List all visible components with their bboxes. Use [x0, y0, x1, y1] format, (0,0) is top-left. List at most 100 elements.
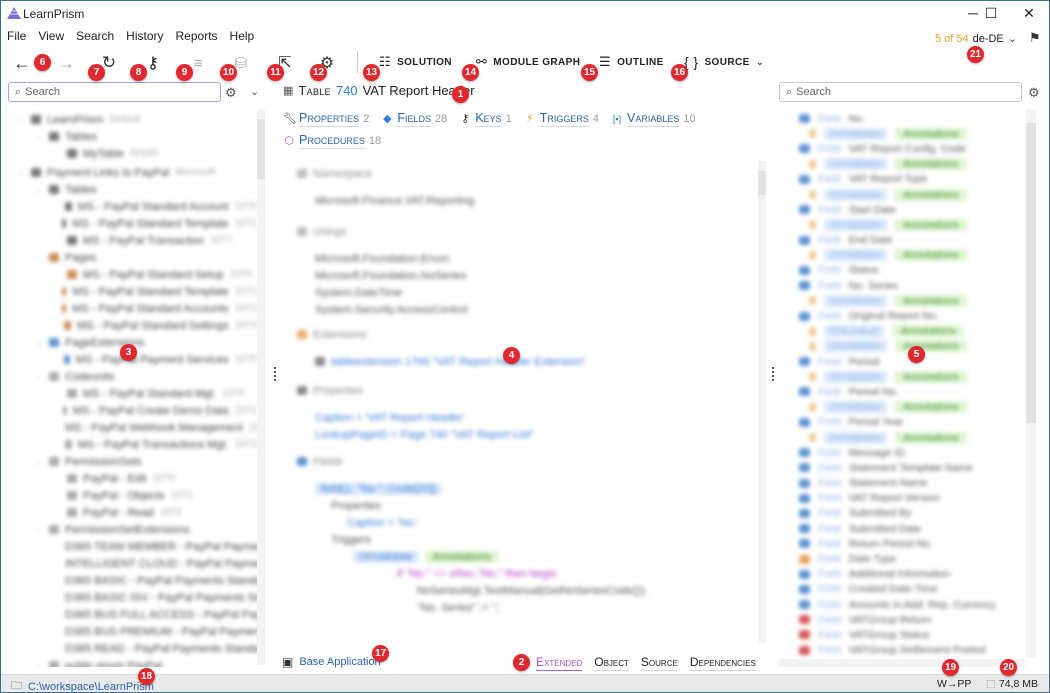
outline-item[interactable]: Field Period Year [799, 415, 1025, 430]
tab-extended[interactable]: Extended [536, 655, 583, 671]
outline-item[interactable]: Field Created Date-Time [799, 582, 1025, 597]
expand-chevron-icon[interactable]: ⌄ [35, 131, 43, 142]
outline-item[interactable]: OnValidate Annotations [799, 430, 1025, 445]
tree-item[interactable]: ⌄ Codeunits [9, 368, 257, 385]
workspace-path[interactable]: 🗀 C:\workspace\LearnPrism [11, 677, 154, 693]
section-keys[interactable]: ⚷ Keys 1 [459, 111, 512, 127]
module-graph-button[interactable]: ⚯ MODULE GRAPH [476, 54, 580, 70]
outline-item[interactable]: Field VATGroup Status [799, 627, 1025, 642]
tree-item[interactable]: D365 BUS PREMIUM - PayPal Payments [9, 623, 257, 640]
center-scrollbar-thumb[interactable] [758, 171, 766, 195]
extension-line[interactable]: tableextension 1766 "VAT Report Header E… [315, 353, 767, 370]
section-procedures[interactable]: ⬡ Procedures 18 [283, 133, 381, 149]
language-selector[interactable]: 5 of 54 de-DE ⌄ [935, 32, 1017, 46]
chevron-down-icon[interactable]: ⌄ [1008, 32, 1017, 45]
outline-item[interactable]: Field Statement Template Name [799, 460, 1025, 475]
outline-item[interactable]: Field Message ID [799, 445, 1025, 460]
outline-item[interactable]: Field Additional Information [799, 567, 1025, 582]
tree-item[interactable]: MS - PayPal Standard Account 1070 [9, 198, 257, 215]
outline-item[interactable]: Field VAT Report Type [799, 172, 1025, 187]
outline-item[interactable]: Field VATGroup Settlement Posted [799, 643, 1025, 658]
close-button[interactable]: ✕ [1011, 3, 1047, 23]
tree-item[interactable]: MS - PayPal Transactions Mgt. 1073 [9, 436, 257, 453]
outline-item[interactable]: Field End Date [799, 233, 1025, 248]
tree-item[interactable]: ⌄ Tables [9, 181, 257, 198]
outline-item[interactable]: OnValidate Annotations [799, 293, 1025, 308]
tree-item[interactable]: MS - PayPal Webhook Management 1072 [9, 419, 257, 436]
expand-chevron-icon[interactable]: ⌄ [17, 167, 25, 178]
tree-item[interactable]: PayPal - Objects 1071 [9, 487, 257, 504]
tree-item[interactable]: MS - PayPal Standard Accounts 1072 [9, 300, 257, 317]
menu-view[interactable]: View [32, 27, 70, 45]
outline-list[interactable]: Field No. OnValidate Annotations Field VAT Re… [779, 109, 1025, 665]
right-scrollbar[interactable] [1026, 109, 1036, 657]
back-arrow-icon[interactable]: ← [11, 53, 33, 73]
expand-chevron-icon[interactable]: ⌄ [35, 371, 43, 382]
outline-item[interactable]: OnValidate Annotations [799, 126, 1025, 141]
tree-item[interactable]: D365 BASIC - PayPal Payments Standard [9, 572, 257, 589]
outline-settings-icon[interactable]: ⚙ [1028, 85, 1040, 101]
tab-object[interactable]: Object [594, 655, 629, 671]
right-splitter-handle[interactable] [771, 367, 775, 381]
field-line[interactable]: field(1; "No."; Code[20]) [315, 480, 767, 497]
outline-item[interactable]: OnValidate Annotations [799, 369, 1025, 384]
forward-arrow-icon[interactable]: → [55, 53, 77, 73]
outline-item[interactable]: Field Submitted By [799, 506, 1025, 521]
center-scrollbar[interactable] [758, 161, 766, 643]
search-settings-icon[interactable]: ⚙ [225, 85, 237, 101]
chevron-down-icon[interactable]: ⌄ [756, 57, 765, 68]
outline-item[interactable]: Field Date Type [799, 551, 1025, 566]
left-search-field[interactable]: ⌕ Search [8, 82, 221, 102]
menu-reports[interactable]: Reports [170, 27, 224, 45]
origin-app-link[interactable]: ▣ Base Application [282, 655, 381, 669]
tab-source[interactable]: Source [640, 655, 678, 671]
expand-chevron-icon[interactable]: ⌄ [35, 184, 43, 195]
left-scrollbar[interactable] [257, 109, 265, 665]
left-scrollbar-thumb[interactable] [257, 119, 265, 179]
tree-item[interactable]: ⌄ Pages [9, 249, 257, 266]
right-search-input[interactable]: Search [796, 86, 831, 98]
tree-item[interactable]: PayPal - Read 1072 [9, 504, 257, 521]
expand-chevron-icon[interactable]: ⌄ [35, 337, 43, 348]
outline-item[interactable]: OnValidate Annotations [799, 217, 1025, 232]
tree-item[interactable]: D365 READ - PayPal Payments Standard [9, 640, 257, 657]
outline-item[interactable]: Field VAT Report Version [799, 491, 1025, 506]
outline-item[interactable]: Field Return Period No. [799, 536, 1025, 551]
outline-item[interactable]: OnValidate Annotations [799, 248, 1025, 263]
tree-item[interactable]: ⌄ public enum PayPal [9, 657, 257, 667]
source-button[interactable]: { } SOURCE ⌄ [684, 54, 764, 70]
translate-icon[interactable]: ⚑ [1029, 30, 1041, 46]
section-properties[interactable]: 🔧︎ Properties 2 [283, 111, 369, 127]
left-search-input[interactable]: Search [25, 86, 60, 98]
outline-item[interactable]: OnValidate Annotations [799, 187, 1025, 202]
object-view[interactable]: Namespace Microsoft.Finance.VAT.Reportin… [281, 151, 767, 643]
tree-item[interactable]: PayPal - Edit 1070 [9, 470, 257, 487]
tree-item[interactable]: ⌄ PermissionSetExtensions [9, 521, 257, 538]
tree-item[interactable]: MS - PayPal Standard Template 1071 [9, 283, 257, 300]
outline-item[interactable]: Field No. Series [799, 278, 1025, 293]
tree-item[interactable]: MS - PayPal Create Demo Data 1071 [9, 402, 257, 419]
left-splitter-handle[interactable] [273, 367, 277, 381]
section-triggers[interactable]: ⚡︎ Triggers 4 [524, 111, 599, 127]
menu-history[interactable]: History [120, 27, 169, 45]
expand-chevron-icon[interactable]: ⌄ [17, 114, 25, 125]
outline-item[interactable]: OnValidate Annotations [799, 400, 1025, 415]
tree-item[interactable]: ⌄ LearnPrism Default [9, 111, 257, 128]
tree-item[interactable]: MS - PayPal Standard Settings 1073 [9, 317, 257, 334]
tree-item[interactable]: MyTable 50100 [9, 145, 257, 162]
trigger-pills[interactable]: OnValidate Annotations [353, 548, 767, 565]
tree-item[interactable]: MS - PayPal Standard Setup 1070 [9, 266, 257, 283]
right-search-field[interactable]: ⌕ Search [779, 82, 1022, 102]
section-fields[interactable]: ◆ Fields 28 [381, 111, 447, 127]
menu-help[interactable]: Help [224, 27, 261, 45]
tree-item[interactable]: D365 BASIC ISV - PayPal Payments Stan [9, 589, 257, 606]
outline-item[interactable]: Field Statement Name [799, 476, 1025, 491]
solution-button[interactable]: ☷ SOLUTION [379, 54, 452, 70]
tree-item[interactable]: D365 BUS FULL ACCESS - PayPal Payment [9, 606, 257, 623]
menu-file[interactable]: File [1, 27, 32, 45]
maximize-button[interactable]: ☐ [973, 3, 1009, 23]
outline-item[interactable]: Field Start Date [799, 202, 1025, 217]
conversion-indicator[interactable]: W→PP [937, 678, 971, 690]
outline-item[interactable]: Field Amounts in Add. Rep. Currency [799, 597, 1025, 612]
outline-item[interactable]: OnLookup Annotations [799, 324, 1025, 339]
